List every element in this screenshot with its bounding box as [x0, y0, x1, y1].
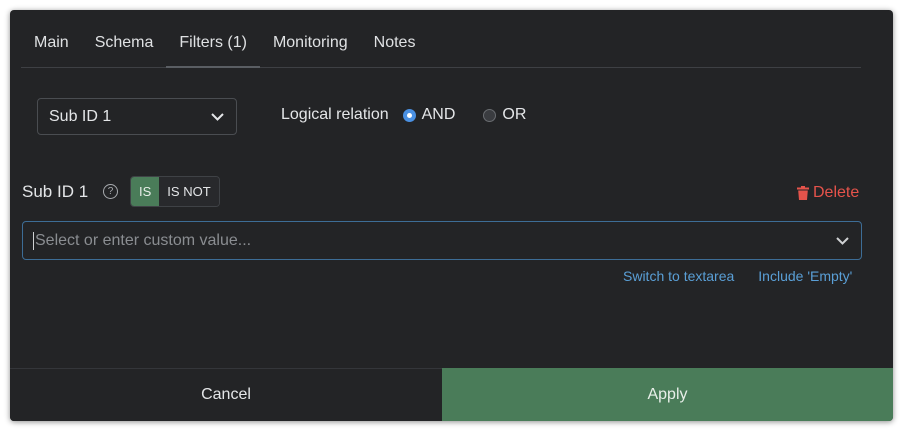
help-icon[interactable]: ? [103, 184, 118, 199]
chevron-down-icon [210, 110, 224, 124]
field-select[interactable]: Sub ID 1 [37, 98, 237, 135]
operator-is-not-button[interactable]: IS NOT [159, 177, 219, 206]
filter-modal: Main Schema Filters (1) Monitoring Notes… [10, 10, 893, 421]
apply-button[interactable]: Apply [442, 368, 893, 421]
chevron-down-icon[interactable] [835, 234, 849, 248]
text-caret [33, 231, 34, 250]
operator-toggle: IS IS NOT [130, 176, 220, 207]
field-select-value: Sub ID 1 [49, 107, 112, 125]
delete-label: Delete [813, 184, 860, 201]
trash-icon [797, 186, 809, 200]
value-select[interactable] [22, 221, 862, 260]
tab-main[interactable]: Main [21, 23, 82, 67]
radio-or-dot[interactable] [483, 108, 497, 122]
radio-and-label: AND [421, 106, 456, 123]
logical-relation: Logical relation AND OR [281, 106, 554, 124]
radio-and-dot[interactable] [402, 108, 416, 122]
value-links: Switch to textarea Include 'Empty' [623, 268, 876, 284]
tab-schema[interactable]: Schema [82, 23, 167, 67]
delete-button[interactable]: Delete [797, 184, 859, 202]
tab-monitoring[interactable]: Monitoring [260, 23, 361, 67]
logical-relation-label: Logical relation [281, 106, 389, 123]
tab-notes[interactable]: Notes [361, 23, 429, 67]
include-empty-link[interactable]: Include 'Empty' [758, 268, 852, 284]
filter-title: Sub ID 1 [22, 182, 89, 201]
operator-is-button[interactable]: IS [131, 177, 160, 206]
value-input[interactable] [35, 231, 835, 250]
tab-filters[interactable]: Filters (1) [166, 23, 260, 68]
cancel-button[interactable]: Cancel [10, 368, 442, 421]
switch-to-textarea-link[interactable]: Switch to textarea [623, 268, 734, 284]
modal-footer: Cancel Apply [10, 368, 893, 421]
radio-and[interactable]: AND [402, 106, 456, 124]
tab-bar: Main Schema Filters (1) Monitoring Notes [21, 23, 861, 68]
radio-or[interactable]: OR [483, 106, 526, 124]
radio-or-label: OR [502, 106, 527, 123]
